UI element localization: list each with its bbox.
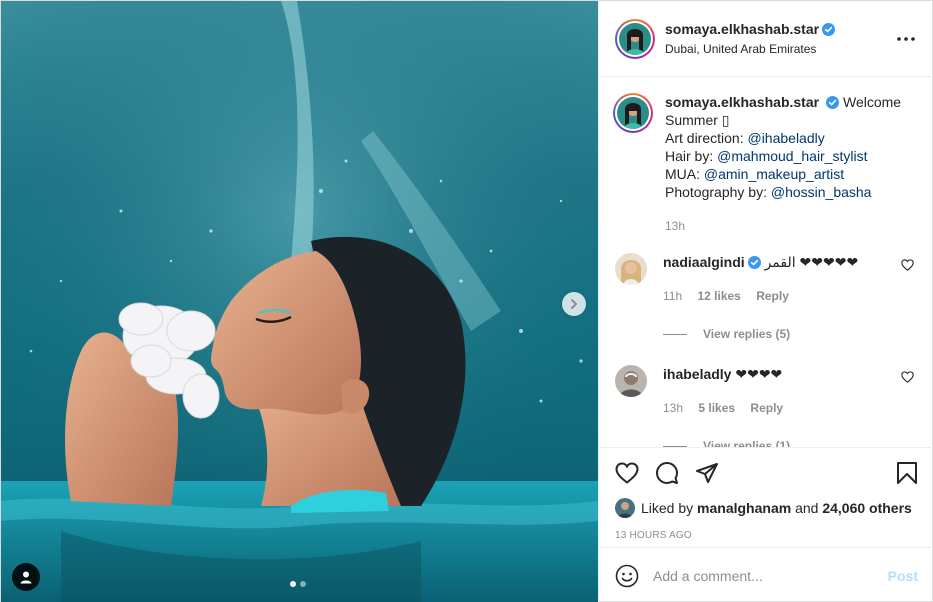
comment-input[interactable] (653, 567, 888, 584)
verified-badge-icon (826, 96, 840, 109)
likes-middle: and (791, 500, 823, 516)
mention-link[interactable]: @mahmoud_hair_stylist (717, 148, 867, 164)
comment-text: القمر ❤❤❤❤❤ (764, 254, 859, 270)
heart-icon (615, 462, 639, 484)
post-photo[interactable] (1, 1, 598, 602)
author-username[interactable]: somaya.elkhashab.star (665, 21, 819, 37)
comment-item: nadiaalgindi القمر ❤❤❤❤❤ 11h 12 likes Re… (613, 253, 918, 305)
comment-timestamp[interactable]: 11h (663, 289, 682, 303)
comment-button[interactable] (655, 453, 695, 493)
post-header: somaya.elkhashab.star Dubai, United Arab… (599, 1, 933, 77)
comment-likes[interactable]: 12 likes (697, 289, 740, 303)
caption-avatar[interactable] (613, 93, 653, 133)
commenter-avatar[interactable] (615, 365, 647, 397)
reply-button[interactable]: Reply (750, 401, 783, 415)
liker-avatar[interactable] (615, 498, 635, 518)
post-actions: Liked by manalghanam and 24,060 others 1… (599, 447, 933, 541)
caption-text: Welcome (842, 94, 902, 110)
carousel-dot (300, 581, 306, 587)
like-comment-heart-icon[interactable] (901, 259, 914, 271)
mention-link[interactable]: @ihabeladly (747, 130, 824, 146)
post-sidebar: somaya.elkhashab.star Dubai, United Arab… (598, 1, 933, 602)
like-button[interactable] (615, 453, 655, 493)
instagram-post-modal: somaya.elkhashab.star Dubai, United Arab… (0, 0, 933, 602)
liker-username[interactable]: manalghanam (697, 500, 791, 516)
more-horizontal-icon (897, 36, 915, 41)
bookmark-icon (897, 462, 917, 484)
verified-badge-icon (747, 256, 761, 269)
caption-timestamp[interactable]: 13h (665, 217, 913, 235)
tagged-users-button[interactable] (12, 563, 40, 591)
view-replies-button[interactable]: View replies (5) (663, 327, 918, 341)
caption-label: Art direction: (665, 130, 748, 146)
comment-text: ❤❤❤❤ (735, 366, 783, 382)
comment-likes[interactable]: 5 likes (698, 401, 735, 415)
carousel-indicator (290, 581, 306, 587)
comment-username[interactable]: nadiaalgindi (663, 254, 745, 270)
chevron-right-icon (571, 299, 577, 309)
author-avatar[interactable] (615, 18, 655, 59)
post-caption: somaya.elkhashab.star Welcome Summer ▯ A… (613, 93, 918, 235)
mention-link[interactable]: @amin_makeup_artist (704, 166, 844, 182)
mention-link[interactable]: @hossin_basha (771, 184, 872, 200)
like-comment-heart-icon[interactable] (901, 371, 914, 383)
next-image-button[interactable] (562, 292, 586, 316)
share-button[interactable] (695, 453, 735, 493)
send-icon (696, 463, 718, 483)
likes-count-link[interactable]: 24,060 others (822, 500, 912, 516)
post-location[interactable]: Dubai, United Arab Emirates (665, 42, 894, 56)
post-comment-button[interactable]: Post (888, 568, 918, 584)
user-icon (20, 571, 32, 584)
reply-button[interactable]: Reply (756, 289, 789, 303)
comment-icon (656, 462, 678, 484)
verified-badge-icon (822, 23, 836, 36)
likes-prefix: Liked by (641, 500, 698, 516)
view-replies-button[interactable]: View replies (1) (663, 439, 918, 447)
commenter-avatar[interactable] (615, 253, 647, 285)
caption-label: Photography by: (665, 184, 771, 200)
emoji-icon[interactable] (615, 564, 639, 588)
likes-summary: Liked by manalghanam and 24,060 others (615, 498, 918, 518)
comment-timestamp[interactable]: 13h (663, 401, 683, 415)
caption-username[interactable]: somaya.elkhashab.star (665, 94, 819, 110)
comment-username[interactable]: ihabeladly (663, 366, 731, 382)
post-timestamp[interactable]: 13 HOURS AGO (615, 530, 918, 541)
add-comment-bar: Post (599, 547, 933, 602)
save-button[interactable] (878, 453, 918, 493)
photo-scene (1, 1, 598, 602)
caption-label: MUA: (665, 166, 704, 182)
comment-item: ihabeladly ❤❤❤❤ 13h 5 likes Reply (613, 365, 918, 417)
comments-list[interactable]: somaya.elkhashab.star Welcome Summer ▯ A… (599, 77, 933, 447)
caption-text: Summer ▯ (665, 112, 730, 128)
avatar-image (617, 97, 649, 129)
carousel-dot-active (290, 581, 296, 587)
caption-label: Hair by: (665, 148, 718, 164)
avatar-image (619, 22, 651, 55)
more-options-button[interactable] (894, 27, 918, 51)
